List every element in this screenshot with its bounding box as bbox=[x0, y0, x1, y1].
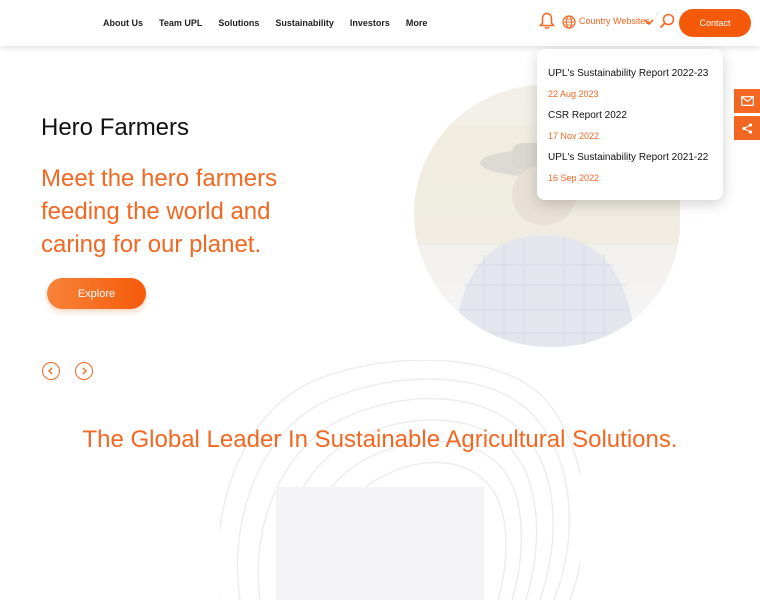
dropdown-item-title: UPL's Sustainability Report 2022-23 bbox=[548, 68, 709, 79]
share-icon bbox=[741, 122, 752, 134]
nav-sustainability[interactable]: Sustainability bbox=[275, 18, 334, 28]
carousel-next-button[interactable] bbox=[75, 362, 93, 380]
dropdown-item[interactable]: UPL's Sustainability Report 2022-23 22 A… bbox=[548, 68, 708, 99]
dropdown-item[interactable]: CSR Report 2022 17 Nov 2022 bbox=[548, 110, 627, 141]
site-header: About Us Team UPL Solutions Sustainabili… bbox=[0, 0, 760, 46]
bell-icon[interactable] bbox=[539, 12, 555, 30]
notification-dropdown: UPL's Sustainability Report 2022-23 22 A… bbox=[537, 49, 723, 200]
hero-subtitle: Meet the hero farmers feeding the world … bbox=[41, 165, 278, 258]
explore-button[interactable]: Explore bbox=[47, 278, 146, 309]
contact-button[interactable]: Contact bbox=[679, 9, 751, 37]
media-placeholder bbox=[276, 487, 484, 600]
search-icon[interactable] bbox=[659, 13, 675, 29]
nav-team-upl[interactable]: Team UPL bbox=[159, 18, 202, 28]
nav-solutions[interactable]: Solutions bbox=[218, 18, 259, 28]
nav-about-us[interactable]: About Us bbox=[103, 18, 143, 28]
mail-tab[interactable] bbox=[734, 89, 760, 113]
carousel-prev-button[interactable] bbox=[42, 362, 60, 380]
nav-more[interactable]: More bbox=[406, 18, 428, 28]
chevron-left-icon bbox=[48, 367, 53, 375]
dropdown-item[interactable]: UPL's Sustainability Report 2021-22 16 S… bbox=[548, 152, 708, 183]
hero-title: Hero Farmers bbox=[41, 114, 190, 141]
share-tab[interactable] bbox=[734, 116, 760, 140]
main-nav: About Us Team UPL Solutions Sustainabili… bbox=[103, 0, 443, 46]
globe-icon[interactable] bbox=[562, 15, 576, 29]
dropdown-item-date: 17 Nov 2022 bbox=[548, 131, 600, 141]
dropdown-item-title: UPL's Sustainability Report 2021-22 bbox=[548, 152, 709, 163]
mail-icon bbox=[740, 96, 754, 106]
dropdown-item-title: CSR Report 2022 bbox=[548, 110, 627, 121]
country-websites-link[interactable]: Country Websites bbox=[579, 16, 650, 26]
chevron-right-icon bbox=[82, 367, 87, 375]
chevron-down-icon[interactable] bbox=[644, 18, 654, 26]
dropdown-item-date: 16 Sep 2022 bbox=[548, 173, 600, 183]
section-tagline: The Global Leader In Sustainable Agricul… bbox=[82, 426, 678, 453]
dropdown-item-date: 22 Aug 2023 bbox=[548, 89, 599, 99]
nav-investors[interactable]: Investors bbox=[350, 18, 390, 28]
